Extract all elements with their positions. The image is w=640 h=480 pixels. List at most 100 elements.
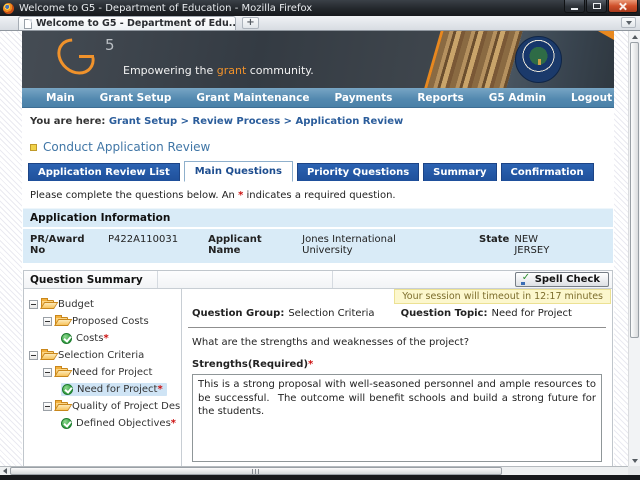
question-topic-value: Need for Project	[491, 308, 571, 319]
nav-item-grant-maintenance[interactable]: Grant Maintenance	[196, 92, 309, 104]
session-timeout-message: Your session will timeout in 12:17 minut…	[394, 289, 611, 304]
minimize-button[interactable]	[564, 0, 585, 13]
bullet-icon	[30, 144, 37, 151]
folder-icon	[41, 351, 54, 360]
breadcrumb-sep: >	[177, 116, 192, 127]
chevron-down-icon	[626, 21, 632, 25]
dept-of-education-seal	[515, 36, 562, 83]
collapse-icon[interactable]	[43, 317, 52, 326]
tree-item-defined-objectives[interactable]: Defined Objectives*	[24, 415, 181, 432]
folder-icon	[55, 317, 68, 326]
tab-priority-questions[interactable]: Priority Questions	[297, 163, 419, 181]
tree-item-need-for-project-folder[interactable]: Need for Project	[24, 364, 181, 381]
scroll-left-button[interactable]	[0, 467, 10, 475]
field-label: Applicant Name	[208, 234, 297, 256]
required-asterisk: *	[308, 359, 313, 370]
tree-item-selection-criteria[interactable]: Selection Criteria	[24, 347, 181, 364]
question-topic-label: Question Topic:	[401, 308, 488, 319]
collapse-icon[interactable]	[43, 402, 52, 411]
banner-corner-accent	[598, 31, 614, 40]
tree-item-quality-of-project-design[interactable]: Quality of Project Design	[24, 398, 181, 415]
horizontal-scroll-thumb[interactable]	[10, 467, 502, 475]
tree-item-costs[interactable]: Costs*	[24, 330, 181, 347]
close-button[interactable]	[608, 0, 638, 13]
g5-banner: 5 Empowering the grant community.	[22, 31, 614, 88]
tree-item-proposed-costs[interactable]: Proposed Costs	[24, 313, 181, 330]
firefox-icon	[3, 3, 14, 14]
nav-item-payments[interactable]: Payments	[335, 92, 393, 104]
strengths-textarea[interactable]: This is a strong proposal with well-seas…	[192, 374, 602, 462]
arrow-down-icon	[632, 459, 638, 463]
page-tabs: Application Review List Main Questions P…	[22, 161, 614, 181]
banner-tagline: Empowering the grant community.	[123, 64, 314, 77]
field-value: NEW JERSEY	[514, 234, 576, 256]
window-title: Welcome to G5 - Department of Education …	[19, 3, 312, 14]
required-asterisk: *	[171, 418, 176, 429]
tree-item-budget[interactable]: Budget	[24, 296, 181, 313]
page-title-row: Conduct Application Review	[30, 140, 614, 154]
vertical-scrollbar[interactable]	[628, 31, 640, 466]
close-icon	[619, 2, 627, 10]
tree-item-need-for-project[interactable]: Need for Project*	[24, 381, 181, 398]
question-summary-header: Question Summary	[30, 274, 143, 286]
tab-summary[interactable]: Summary	[423, 163, 496, 181]
scroll-down-button[interactable]	[629, 455, 640, 466]
divider	[188, 327, 606, 328]
breadcrumb-sep: >	[280, 116, 295, 127]
scroll-up-button[interactable]	[629, 31, 640, 42]
question-summary-tree: Budget Proposed Costs Costs*	[24, 289, 182, 466]
required-asterisk: *	[103, 333, 108, 344]
nav-item-reports[interactable]: Reports	[417, 92, 463, 104]
folder-icon	[55, 368, 68, 377]
breadcrumb-link-application-review[interactable]: Application Review	[296, 116, 404, 127]
question-group-label: Question Group:	[192, 308, 284, 319]
panel-header-band: Question Summary Spell Check	[24, 271, 612, 289]
window-titlebar: Welcome to G5 - Department of Education …	[0, 0, 640, 16]
tab-main-questions[interactable]: Main Questions	[184, 161, 293, 182]
nav-item-main[interactable]: Main	[46, 92, 75, 104]
question-group-value: Selection Criteria	[288, 308, 374, 319]
new-tab-button[interactable]: +	[242, 17, 259, 29]
review-panel: Question Summary Spell Check Budg	[23, 270, 613, 466]
check-circle-icon	[62, 384, 73, 395]
panel-columns: Budget Proposed Costs Costs*	[24, 289, 612, 466]
breadcrumb-link-grant-setup[interactable]: Grant Setup	[109, 116, 177, 127]
nav-item-logout[interactable]: Logout	[571, 92, 612, 104]
page-icon	[24, 19, 32, 29]
g5-logo-bar	[79, 55, 94, 58]
window-bottom-border	[0, 475, 640, 480]
arrow-left-icon	[3, 468, 7, 474]
collapse-icon[interactable]	[43, 368, 52, 377]
field-value: Jones International University	[302, 234, 449, 256]
field-value: P422A110031	[108, 234, 178, 256]
field-label: PR/Award No	[30, 234, 103, 256]
instruction-text: Please complete the questions below. An …	[30, 190, 614, 201]
arrow-up-icon	[632, 35, 638, 39]
browser-viewport: 5 Empowering the grant community. Main G…	[0, 31, 628, 466]
question-text: What are the strengths and weaknesses of…	[192, 337, 602, 348]
application-info-header: Application Information	[23, 209, 613, 229]
minimize-icon	[571, 8, 578, 10]
collapse-icon[interactable]	[29, 351, 38, 360]
vertical-scroll-thumb[interactable]	[630, 42, 639, 338]
browser-tab-title: Welcome to G5 - Department of Edu...	[36, 18, 236, 29]
breadcrumb-link-review-process[interactable]: Review Process	[193, 116, 281, 127]
tab-application-review-list[interactable]: Application Review List	[28, 163, 180, 181]
header-divider	[332, 271, 333, 288]
g5-logo-5: 5	[105, 36, 115, 54]
maximize-button[interactable]	[586, 0, 607, 13]
spell-check-icon	[521, 275, 531, 285]
spell-check-button[interactable]: Spell Check	[515, 272, 609, 287]
page-content: 5 Empowering the grant community. Main G…	[22, 31, 614, 466]
tab-confirmation[interactable]: Confirmation	[501, 163, 594, 181]
list-all-tabs-button[interactable]	[621, 17, 636, 28]
main-nav: Main Grant Setup Grant Maintenance Payme…	[22, 88, 614, 108]
scrollbar-corner	[628, 466, 640, 475]
collapse-icon[interactable]	[29, 300, 38, 309]
browser-tab[interactable]: Welcome to G5 - Department of Edu...	[18, 16, 236, 30]
check-circle-icon	[61, 333, 72, 344]
header-divider	[157, 271, 158, 288]
horizontal-scrollbar[interactable]	[0, 466, 640, 475]
nav-item-grant-setup[interactable]: Grant Setup	[100, 92, 172, 104]
nav-item-g5-admin[interactable]: G5 Admin	[489, 92, 546, 104]
